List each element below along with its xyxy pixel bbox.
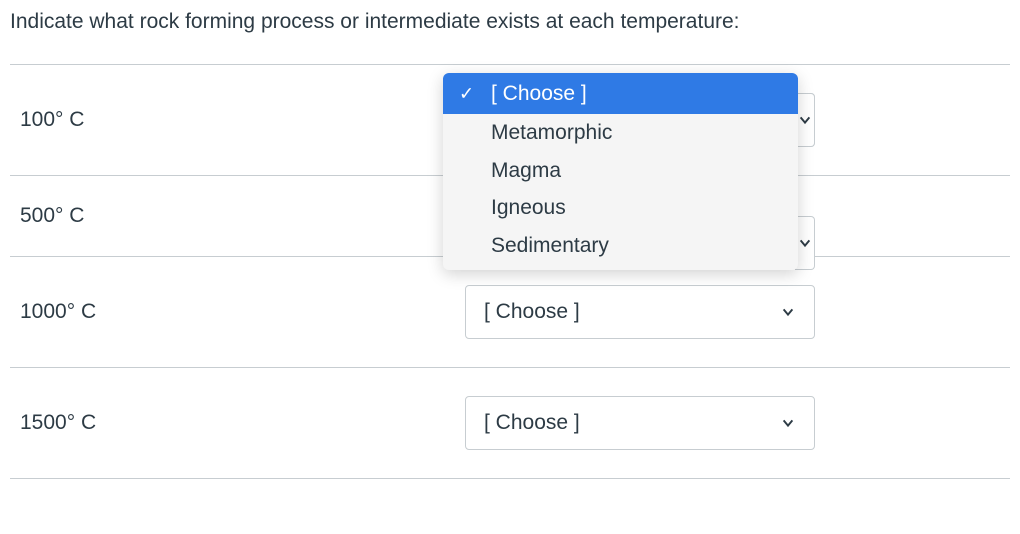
dropdown-option-igneous[interactable]: Igneous [443, 189, 798, 226]
select-cell-100c: [ Choose ] ✓ [ Choose ] Metamorphic Magm… [465, 93, 815, 147]
dropdown-option-label: Magma [491, 159, 561, 182]
temperature-label: 100° C [10, 108, 465, 132]
chevron-down-icon [780, 304, 796, 320]
dropdown-option-label: Igneous [491, 196, 566, 219]
select-1500c[interactable]: [ Choose ] [465, 396, 815, 450]
temperature-label: 500° C [10, 204, 465, 228]
chevron-down-icon [797, 235, 813, 251]
temperature-label: 1000° C [10, 300, 465, 324]
dropdown-option-label: Metamorphic [491, 121, 612, 144]
chevron-down-icon [797, 112, 813, 128]
dropdown-option-choose[interactable]: ✓ [ Choose ] [443, 73, 798, 114]
dropdown-option-sedimentary[interactable]: Sedimentary [443, 227, 798, 264]
question-row-1000c: 1000° C [ Choose ] [10, 257, 1010, 368]
select-value: [ Choose ] [484, 300, 580, 324]
select-cell-1500c: [ Choose ] [465, 396, 815, 450]
chevron-down-icon [780, 415, 796, 431]
dropdown-option-label: Sedimentary [491, 234, 609, 257]
select-cell-1000c: [ Choose ] [465, 285, 815, 339]
question-row-100c: 100° C [ Choose ] ✓ [ Choose ] Metamorph… [10, 65, 1010, 176]
temperature-label: 1500° C [10, 411, 465, 435]
dropdown-option-label: [ Choose ] [491, 82, 587, 105]
dropdown-option-magma[interactable]: Magma [443, 152, 798, 189]
dropdown-option-metamorphic[interactable]: Metamorphic [443, 114, 798, 151]
question-text: Indicate what rock forming process or in… [10, 10, 1010, 34]
select-value: [ Choose ] [484, 411, 580, 435]
check-icon: ✓ [459, 81, 474, 106]
select-1000c[interactable]: [ Choose ] [465, 285, 815, 339]
select-chevron-peek-100c [795, 93, 815, 147]
question-row-1500c: 1500° C [ Choose ] [10, 368, 1010, 479]
dropdown-panel: ✓ [ Choose ] Metamorphic Magma Igneous S… [443, 73, 798, 270]
